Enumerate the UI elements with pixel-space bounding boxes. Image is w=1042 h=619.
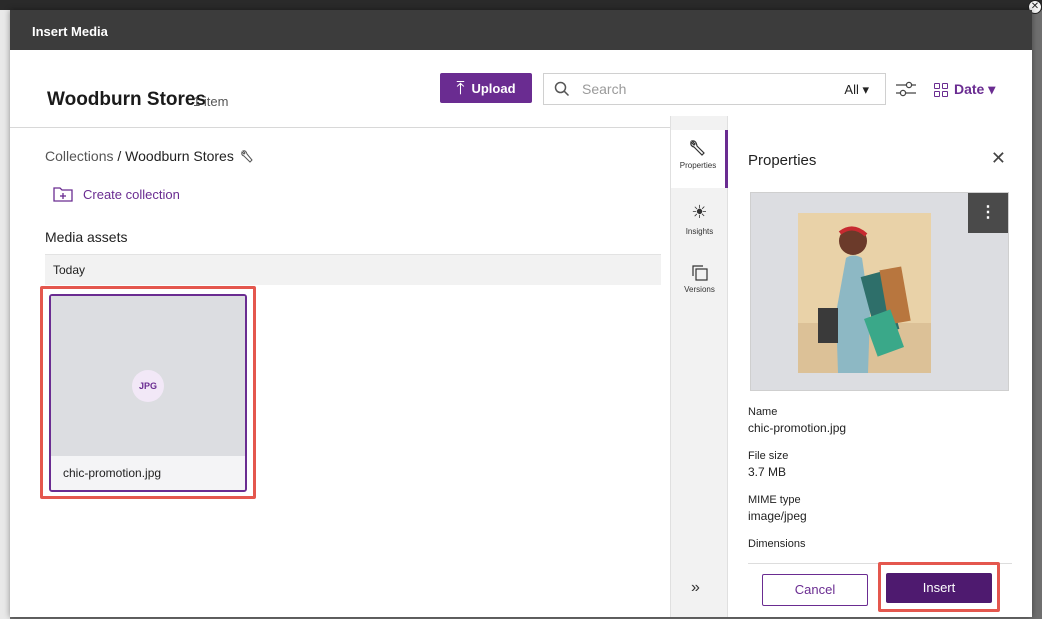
properties-title: Properties [748, 152, 817, 169]
expand-panel-icon[interactable]: » [691, 579, 700, 597]
field-value-mime-type: image/jpeg [748, 509, 807, 523]
preview-photo [798, 213, 931, 373]
folder-add-icon [53, 187, 73, 202]
field-value-file-size: 3.7 MB [748, 465, 787, 479]
media-assets-heading: Media assets [45, 229, 128, 245]
search-bar: All ▾ [543, 73, 886, 105]
background-page [0, 10, 10, 619]
search-input[interactable] [582, 77, 782, 101]
field-value-name: chic-promotion.jpg [748, 421, 847, 435]
cancel-button[interactable]: Cancel [762, 574, 868, 606]
image-preview: ⋮ [750, 192, 1009, 391]
insert-media-modal: Insert Media Woodburn Stores 1 item ⤒ Up… [10, 10, 1032, 617]
asset-card[interactable]: JPG chic-promotion.jpg [49, 294, 247, 492]
date-group-header: Today [45, 255, 661, 285]
rail-tab-versions[interactable]: Versions [671, 254, 728, 312]
collection-title: Woodburn Stores [47, 89, 207, 110]
field-label-name: Name [748, 406, 778, 418]
rail-tab-properties[interactable]: Properties [671, 130, 728, 188]
rail-label-insights: Insights [685, 227, 714, 236]
field-label-dimensions: Dimensions [748, 538, 806, 550]
search-icon [554, 81, 570, 97]
jpg-file-icon: JPG [132, 370, 164, 402]
create-collection-button[interactable]: Create collection [53, 186, 180, 202]
asset-name: chic-promotion.jpg [51, 456, 245, 490]
item-count: 1 item [193, 94, 229, 109]
upload-label: Upload [471, 80, 516, 96]
close-panel-icon[interactable]: ✕ [991, 148, 1006, 169]
field-label-mime-type: MIME type [748, 494, 801, 506]
more-options-icon[interactable]: ⋮ [968, 193, 1008, 233]
asset-thumbnail: JPG [51, 296, 245, 456]
create-collection-label: Create collection [83, 186, 180, 202]
rail-label-versions: Versions [684, 285, 715, 294]
properties-fields: Name chic-promotion.jpg File size 3.7 MB… [748, 406, 1012, 558]
properties-panel: Properties ✕ ⋮ Name chic-promotion.jpg F… [728, 116, 1032, 617]
background-toolbar [0, 0, 1042, 10]
field-label-file-size: File size [748, 450, 789, 462]
sort-dropdown[interactable]: Date ▾ [934, 81, 995, 98]
upload-button[interactable]: ⤒ Upload [440, 73, 532, 103]
edit-wrench-icon[interactable] [240, 149, 254, 163]
rail-label-properties: Properties [679, 161, 717, 170]
breadcrumb: Collections / Woodburn Stores [45, 148, 254, 164]
breadcrumb-separator: / [117, 148, 122, 164]
upload-icon: ⤒ [456, 77, 465, 98]
filter-settings-icon[interactable] [894, 78, 918, 100]
insert-button[interactable]: Insert [886, 573, 992, 603]
rail-tab-insights[interactable]: ☀ Insights [671, 192, 728, 250]
sun-icon: ☀ [691, 202, 708, 222]
modal-title: Insert Media [10, 10, 1032, 50]
breadcrumb-current: Woodburn Stores [125, 148, 234, 164]
breadcrumb-collections[interactable]: Collections [45, 148, 113, 164]
filter-dropdown[interactable]: All ▾ [844, 82, 869, 98]
side-rail: Properties ☀ Insights Versions » [670, 116, 728, 617]
sort-label: Date ▾ [954, 81, 996, 97]
grid-view-icon [934, 82, 948, 97]
versions-icon [691, 265, 708, 281]
wrench-icon [690, 140, 705, 156]
media-browser: Collections / Woodburn Stores Create col… [10, 129, 670, 617]
